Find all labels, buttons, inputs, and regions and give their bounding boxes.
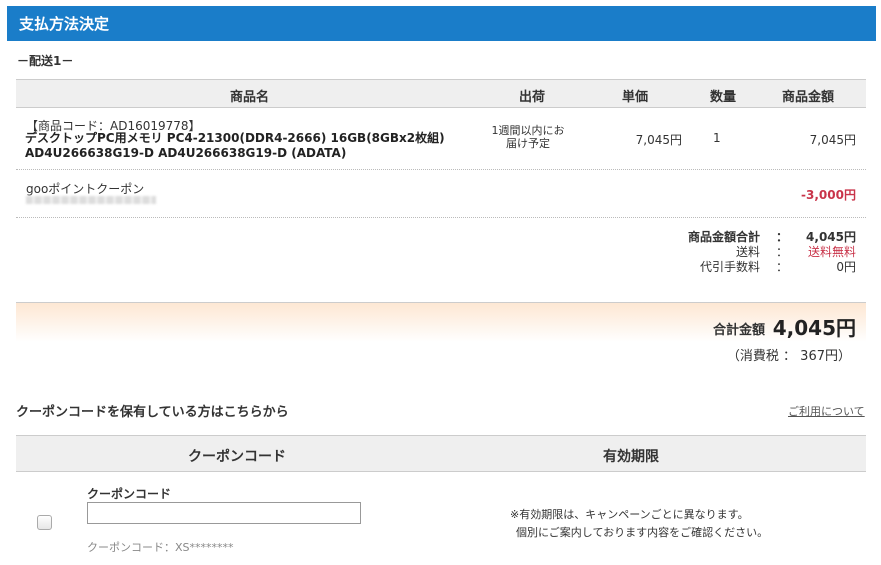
- redacted-coupon-id: [26, 196, 156, 204]
- unit-price: 7,045円: [635, 133, 682, 147]
- shipping-fee-line: 送料 ： 送料無料: [560, 245, 856, 260]
- coupon-discount-label: gooポイントクーポン: [26, 182, 145, 196]
- shipping-estimate-line1: 1週間以内にお: [491, 124, 565, 137]
- col-amount: 商品金額: [782, 90, 835, 105]
- col-validity: 有効期限: [603, 449, 659, 465]
- subtotal-label: 商品金額合計: [687, 230, 760, 244]
- validity-note-line1: ※有効期限は、キャンペーンごとに異なります。: [510, 508, 749, 521]
- subtotal-line: 商品金額合計 ： 4,045円: [560, 230, 856, 245]
- col-quantity: 数量: [710, 90, 737, 105]
- coupon-discount-row: gooポイントクーポン -3,000円: [16, 170, 866, 218]
- coupon-code-input[interactable]: [87, 502, 361, 524]
- col-product-name: 商品名: [230, 90, 270, 105]
- tax-note: （消費税 ： 367円）: [726, 349, 851, 364]
- usage-info-link[interactable]: ご利用について: [788, 403, 865, 419]
- coupon-code-hint: クーポンコード：XS********: [87, 541, 234, 554]
- total-value: 4,045円: [772, 316, 856, 340]
- cod-fee-value: 0円: [836, 260, 856, 274]
- subtotal-colon: ：: [775, 230, 788, 244]
- coupon-section-title: クーポンコードを保有している方はこちらから: [16, 405, 289, 420]
- total-label: 合計金額: [712, 323, 765, 338]
- order-table-header: 商品名 出荷 単価 数量 商品金額: [16, 79, 866, 108]
- shipping-estimate-line2: 届け予定: [506, 137, 550, 150]
- product-row: 【商品コード：AD16019778】 デスクトップPC用メモリ PC4-2130…: [16, 108, 866, 170]
- col-unit-price: 単価: [622, 90, 649, 105]
- page-title: 支払方法決定: [19, 15, 110, 33]
- product-amount: 7,045円: [809, 133, 856, 147]
- coupon-discount-value: -3,000円: [801, 188, 856, 202]
- order-table: 商品名 出荷 単価 数量 商品金額: [16, 79, 866, 108]
- page-header: 支払方法決定: [7, 6, 876, 41]
- product-name-line1: デスクトップPC用メモリ PC4-21300(DDR4-2666) 16GB(8…: [25, 131, 445, 145]
- cod-fee-line: 代引手数料 ： 0円: [560, 260, 856, 275]
- shipping-estimate: 1週間以内にお 届け予定: [478, 124, 578, 150]
- shipping-fee-value: 送料無料: [807, 245, 856, 259]
- col-shipping: 出荷: [519, 90, 546, 105]
- cod-fee-label: 代引手数料: [699, 260, 760, 274]
- coupon-table-header: クーポンコード 有効期限: [16, 435, 866, 472]
- coupon-table: クーポンコード 有効期限 クーポンコード クーポンコード：XS******** …: [16, 435, 866, 565]
- cod-fee-colon: ：: [775, 260, 788, 274]
- subtotal-value: 4,045円: [806, 230, 856, 244]
- total-band: 合計金額 4,045円: [16, 302, 866, 342]
- coupon-select-checkbox[interactable]: [37, 515, 52, 530]
- shipping-fee-label: 送料: [735, 245, 760, 259]
- quantity: 1: [713, 131, 721, 145]
- product-name-line2: AD4U266638G19-D AD4U266638G19-D (ADATA): [25, 146, 347, 160]
- shipment-label: －配送1－: [17, 54, 74, 68]
- coupon-code-label: クーポンコード: [87, 487, 172, 501]
- validity-note: ※有効期限は、キャンペーンごとに異なります。 個別にご案内しております内容をご確…: [510, 506, 768, 542]
- col-coupon-code: クーポンコード: [188, 449, 286, 465]
- validity-note-line2: 個別にご案内しております内容をご確認ください。: [516, 526, 769, 539]
- order-summary: 商品金額合計 ： 4,045円 送料 ： 送料無料 代引手数料 ： 0円: [560, 230, 856, 275]
- product-name: デスクトップPC用メモリ PC4-21300(DDR4-2666) 16GB(8…: [25, 131, 445, 161]
- shipping-fee-colon: ：: [775, 245, 788, 259]
